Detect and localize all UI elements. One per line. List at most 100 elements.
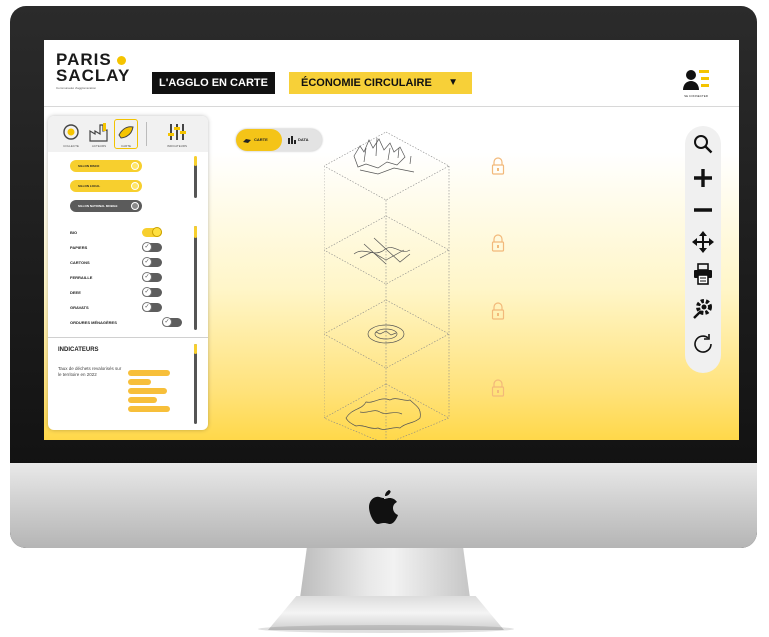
user-caption: SE CONNECTER bbox=[684, 94, 708, 98]
view-mode-toggle[interactable]: CARTE DATA bbox=[236, 129, 322, 151]
toggle-knob bbox=[152, 227, 162, 237]
filter-knob bbox=[131, 182, 139, 190]
indicator-bar bbox=[128, 388, 167, 394]
filter-label: SILLON DISCO bbox=[78, 164, 100, 168]
indicators-scroll-thumb[interactable] bbox=[194, 344, 197, 354]
filter-knob bbox=[131, 202, 139, 210]
filter-sillon-national[interactable]: SILLON NATIONAL MOBILE bbox=[70, 200, 142, 212]
filter-label: SILLON NATIONAL MOBILE bbox=[78, 204, 118, 208]
indicators-divider bbox=[48, 337, 208, 338]
list-item: PAPIERS ✓ bbox=[70, 242, 180, 253]
pan-icon[interactable] bbox=[691, 230, 715, 254]
indicators-scrollbar[interactable] bbox=[194, 344, 197, 424]
lock-icon[interactable] bbox=[491, 379, 505, 397]
mode-carte-label: CARTE bbox=[254, 137, 268, 142]
item-toggle[interactable]: ✓ bbox=[142, 257, 162, 267]
layer-territory bbox=[345, 398, 421, 430]
print-icon[interactable] bbox=[691, 262, 715, 286]
filter-scroll-thumb[interactable] bbox=[194, 156, 197, 166]
filter-label: SILLON LOCAL bbox=[78, 184, 101, 188]
item-toggle[interactable]: ✓ bbox=[142, 272, 162, 282]
layer-roads bbox=[353, 237, 411, 265]
check-icon: ✓ bbox=[142, 242, 152, 252]
lock-icon[interactable] bbox=[491, 157, 505, 175]
item-toggle[interactable]: ✓ bbox=[142, 302, 162, 312]
item-label: ORDURES MÉNAGÈRES bbox=[70, 320, 117, 325]
list-item: ORDURES MÉNAGÈRES ✓ bbox=[70, 317, 182, 328]
items-scrollbar[interactable] bbox=[194, 226, 197, 330]
item-toggle[interactable]: ✓ bbox=[142, 287, 162, 297]
list-item: CARTONS ✓ bbox=[70, 257, 180, 268]
agglo-map-tab[interactable]: L'AGGLO EN CARTE bbox=[152, 72, 275, 94]
list-item: DEEE ✓ bbox=[70, 287, 180, 298]
caret-down-icon: ▼ bbox=[448, 77, 458, 88]
indicator-bar bbox=[128, 370, 170, 376]
user-menu-icon bbox=[683, 70, 709, 90]
item-label: CARTONS bbox=[70, 260, 90, 265]
recycling-icon[interactable] bbox=[60, 121, 82, 143]
zoom-in-icon[interactable] bbox=[691, 166, 715, 190]
icon-bar-separator bbox=[146, 122, 147, 146]
items-scroll-thumb[interactable] bbox=[194, 226, 197, 238]
filter-sillon-local[interactable]: SILLON LOCAL bbox=[70, 180, 142, 192]
check-icon: ✓ bbox=[142, 257, 152, 267]
imac-mockup: PARIS SACLAY Communauté d'agglomération … bbox=[0, 0, 769, 637]
lock-icon[interactable] bbox=[491, 302, 505, 320]
chart-icon bbox=[288, 136, 296, 144]
filter-knob bbox=[131, 162, 139, 170]
indicator-bar bbox=[128, 397, 157, 403]
indicators-description: Taux de déchets revalorisés sur le terri… bbox=[58, 366, 122, 377]
search-icon[interactable] bbox=[691, 132, 715, 156]
logo-subtitle: Communauté d'agglomération bbox=[56, 86, 97, 90]
apple-logo-icon bbox=[369, 490, 398, 524]
header-divider bbox=[44, 106, 739, 107]
logo-line2: SACLAY bbox=[56, 66, 131, 85]
indicators-title: INDICATEURS bbox=[58, 347, 99, 353]
item-label: BIO bbox=[70, 230, 78, 235]
theme-select[interactable]: ÉCONOMIE CIRCULAIRE ▼ bbox=[289, 72, 472, 94]
check-icon: ✓ bbox=[142, 302, 152, 312]
stand-neck bbox=[300, 548, 470, 598]
indicator-bar bbox=[128, 406, 170, 412]
item-label: FERRAILLE bbox=[70, 275, 93, 280]
item-label: GRAVATS bbox=[70, 305, 89, 310]
indicator-bar bbox=[128, 379, 151, 385]
left-panel: COLLECTE ACTEURS CARTE INDICATEURS SILLO… bbox=[48, 116, 208, 430]
layer-city-3d bbox=[353, 137, 415, 175]
app-header: PARIS SACLAY Communauté d'agglomération … bbox=[44, 40, 739, 106]
zoom-out-icon[interactable] bbox=[691, 198, 715, 222]
map-toolbar bbox=[685, 126, 721, 373]
screen: PARIS SACLAY Communauté d'agglomération … bbox=[44, 40, 739, 440]
list-item: GRAVATS ✓ bbox=[70, 302, 180, 313]
factory-icon[interactable] bbox=[88, 121, 110, 143]
settings-icon[interactable] bbox=[691, 296, 715, 320]
stand-shadow bbox=[258, 625, 514, 633]
check-icon: ✓ bbox=[142, 272, 152, 282]
theme-select-value: ÉCONOMIE CIRCULAIRE bbox=[301, 77, 432, 89]
icon-label-collecte: COLLECTE bbox=[63, 144, 79, 148]
logo-dot bbox=[116, 56, 126, 66]
icon-label-carte: CARTE bbox=[120, 144, 132, 148]
user-menu-button[interactable]: SE CONNECTER bbox=[681, 68, 711, 98]
icon-label-indicateurs: INDICATEURS bbox=[166, 144, 188, 148]
mode-data-label: DATA bbox=[298, 137, 309, 142]
list-item: FERRAILLE ✓ bbox=[70, 272, 180, 283]
icon-label-acteurs: ACTEURS bbox=[91, 144, 107, 148]
sliders-icon[interactable] bbox=[166, 121, 188, 143]
check-icon: ✓ bbox=[142, 287, 152, 297]
refresh-icon[interactable] bbox=[691, 332, 715, 356]
item-label: PAPIERS bbox=[70, 245, 88, 250]
item-toggle[interactable]: ✓ bbox=[142, 242, 162, 252]
paris-saclay-logo[interactable]: PARIS SACLAY Communauté d'agglomération bbox=[56, 51, 136, 90]
item-label: DEEE bbox=[70, 290, 81, 295]
layer-circle bbox=[367, 324, 405, 344]
filter-sillon-disco[interactable]: SILLON DISCO bbox=[70, 160, 142, 172]
map-icon bbox=[243, 139, 251, 143]
check-icon: ✓ bbox=[162, 317, 172, 327]
list-item: BIO bbox=[70, 227, 180, 238]
map-layer-icon[interactable] bbox=[115, 121, 137, 143]
panel-icon-bar: COLLECTE ACTEURS CARTE INDICATEURS bbox=[48, 116, 208, 152]
item-toggle[interactable]: ✓ bbox=[162, 317, 182, 327]
item-toggle[interactable] bbox=[142, 227, 162, 237]
lock-icon[interactable] bbox=[491, 234, 505, 252]
